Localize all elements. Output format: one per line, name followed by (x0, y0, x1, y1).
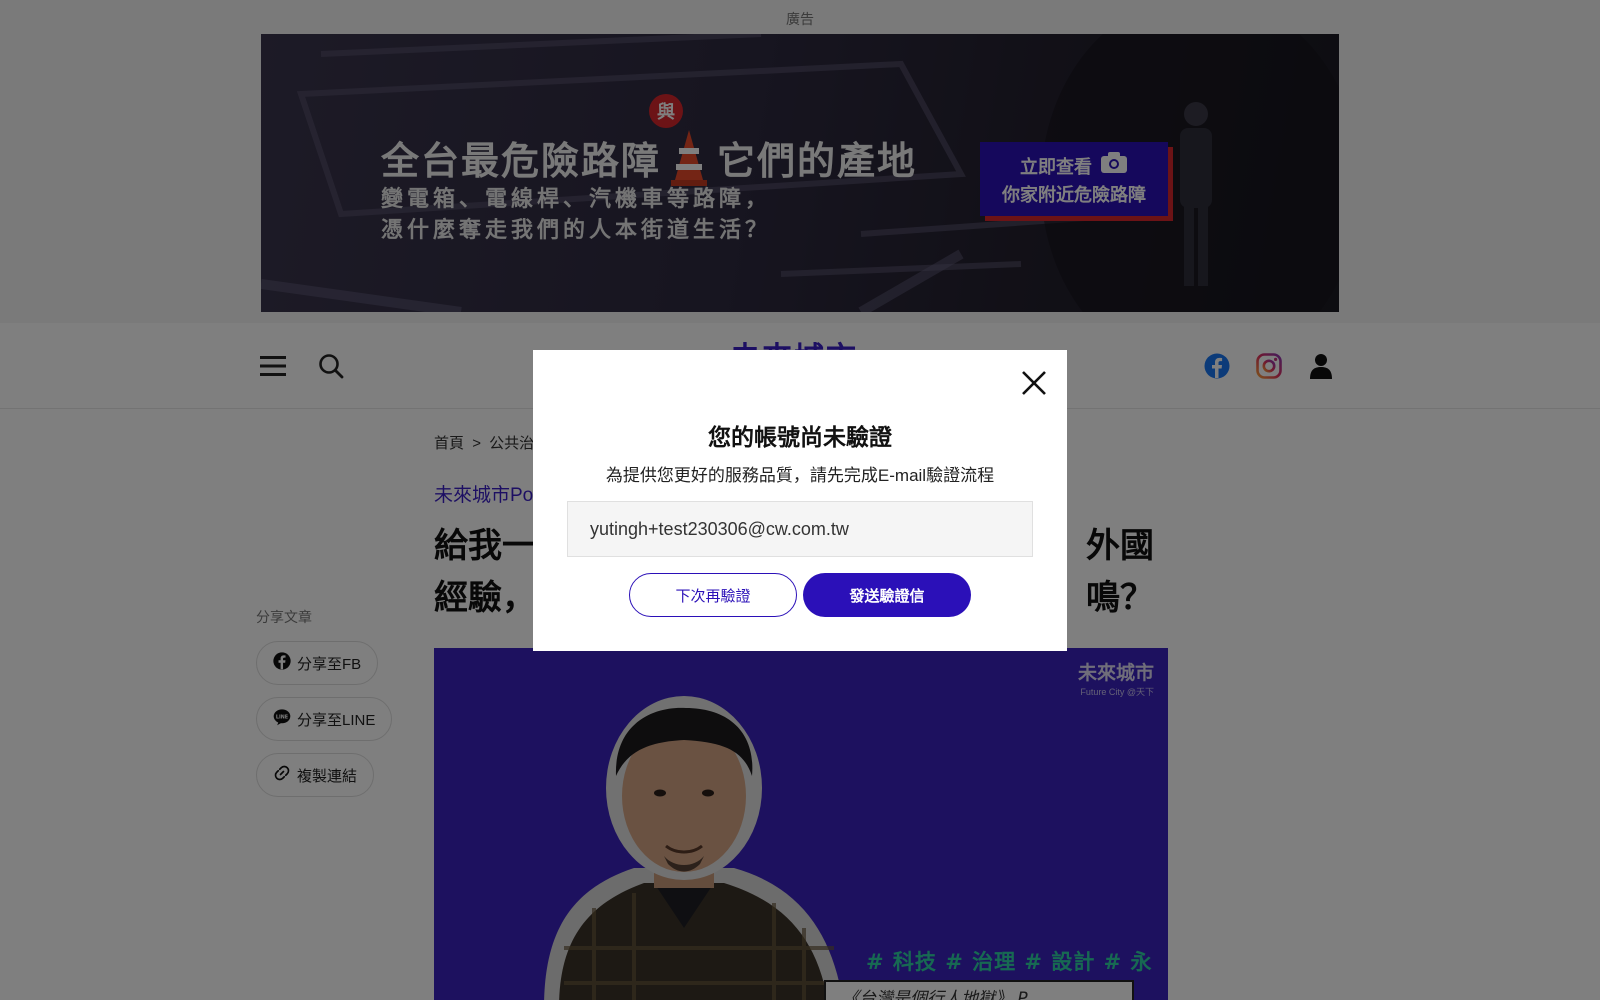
email-field[interactable]: yutingh+test230306@cw.com.tw (567, 501, 1033, 557)
modal-description: 為提供您更好的服務品質，請先完成E-mail驗證流程 (605, 466, 995, 485)
close-icon[interactable] (1019, 368, 1049, 398)
email-verification-modal: 您的帳號尚未驗證 為提供您更好的服務品質，請先完成E-mail驗證流程 yuti… (533, 350, 1067, 651)
send-verification-button[interactable]: 發送驗證信 (803, 573, 971, 617)
modal-title: 您的帳號尚未驗證 (708, 425, 892, 451)
verify-later-button[interactable]: 下次再驗證 (629, 573, 797, 617)
